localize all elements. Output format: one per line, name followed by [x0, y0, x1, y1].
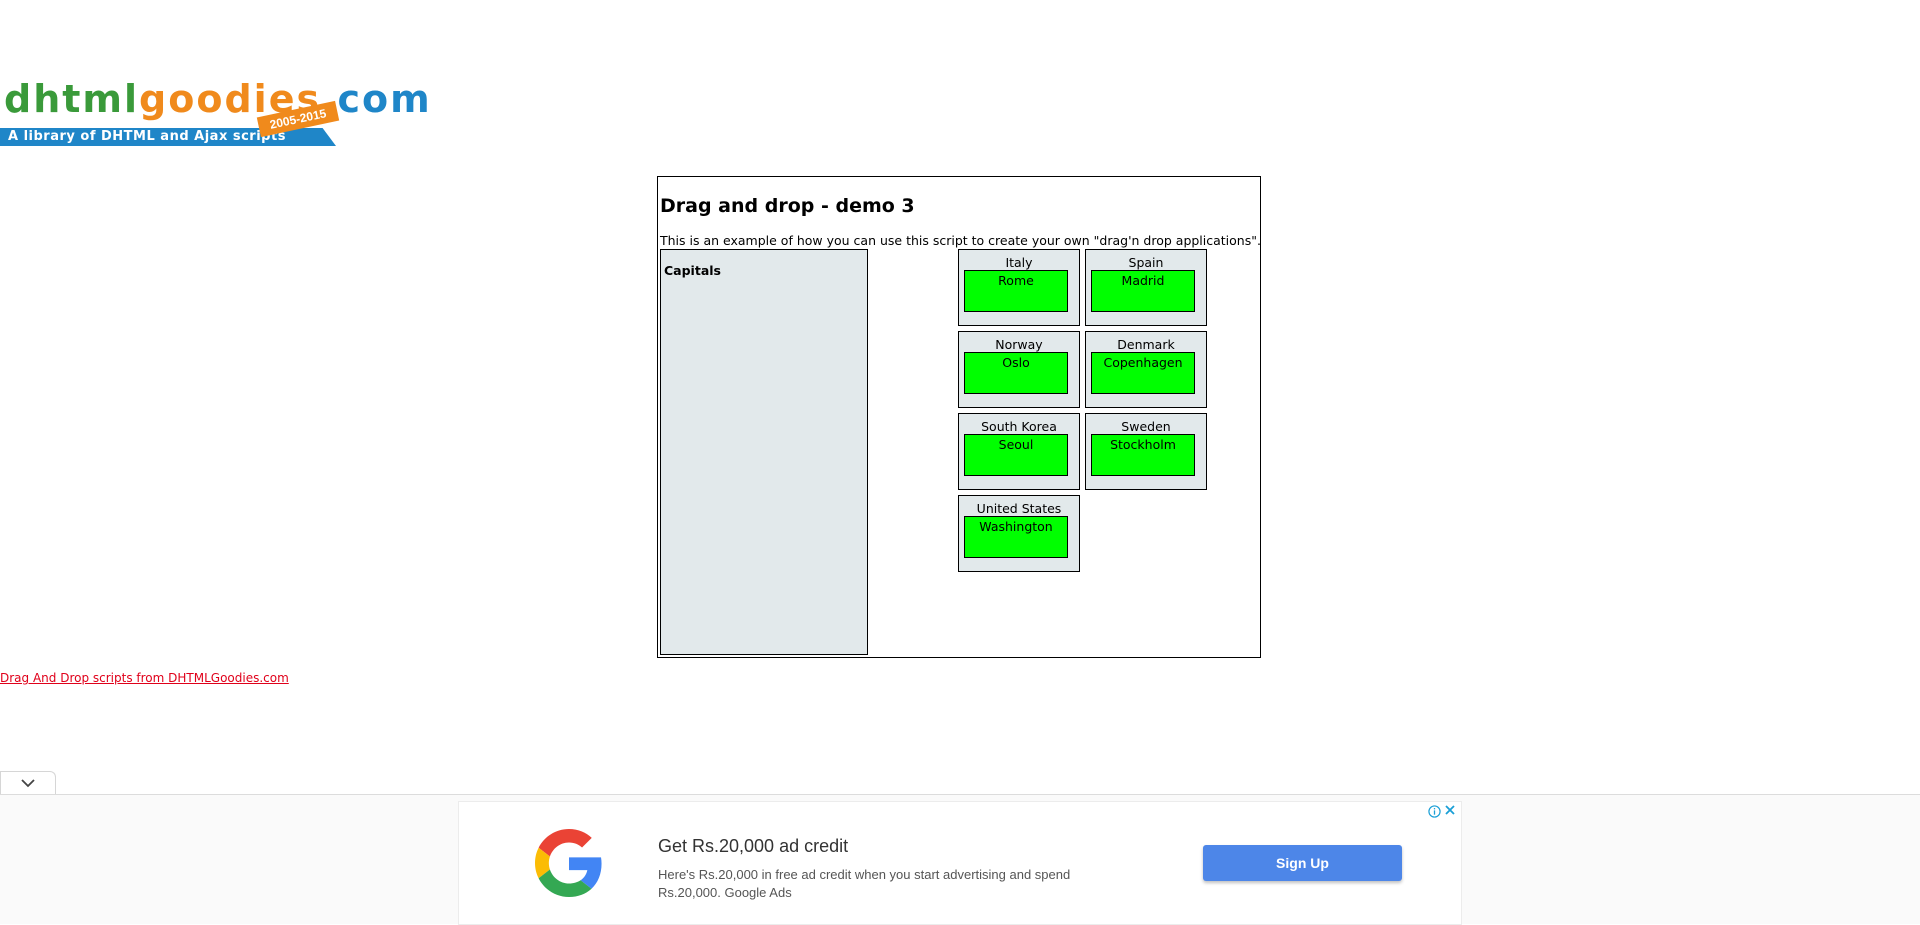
country-box-norway[interactable]: Norway Oslo	[958, 331, 1080, 408]
ad-collapse-toggle[interactable]	[0, 771, 56, 795]
country-box-sweden[interactable]: Sweden Stockholm	[1085, 413, 1207, 490]
country-name: Spain	[1128, 255, 1164, 270]
country-name: Italy	[1005, 255, 1033, 270]
demo-title: Drag and drop - demo 3	[660, 195, 915, 217]
ad-description: Here's Rs.20,000 in free ad credit when …	[658, 867, 1071, 900]
sign-up-button[interactable]: Sign Up	[1203, 845, 1402, 881]
demo-container: Drag and drop - demo 3 This is an exampl…	[657, 176, 1261, 658]
chevron-down-icon	[21, 779, 35, 788]
capital-name: Madrid	[1121, 273, 1165, 288]
demo-intro: This is an example of how you can use th…	[660, 233, 1261, 248]
countries-grid: Italy Rome Spain Madrid Norway Oslo Denm…	[958, 249, 1214, 572]
ad-info-icon[interactable]	[1428, 805, 1441, 818]
ad-headline[interactable]: Get Rs.20,000 ad credit	[658, 836, 848, 857]
country-box-south-korea[interactable]: South Korea Seoul	[958, 413, 1080, 490]
country-box-italy[interactable]: Italy Rome	[958, 249, 1080, 326]
capitals-label: Capitals	[664, 263, 721, 278]
footer-drag-drop-link[interactable]: Drag And Drop scripts from DHTMLGoodies.…	[0, 671, 289, 685]
capital-chip-madrid[interactable]: Madrid	[1091, 270, 1195, 312]
capital-name: Stockholm	[1110, 437, 1176, 452]
google-g-icon	[535, 829, 602, 897]
country-box-spain[interactable]: Spain Madrid	[1085, 249, 1207, 326]
logo-part-dhtml: dhtml	[4, 77, 140, 121]
capital-name: Seoul	[998, 437, 1034, 452]
capital-chip-washington[interactable]: Washington	[964, 516, 1068, 558]
capital-chip-copenhagen[interactable]: Copenhagen	[1091, 352, 1195, 394]
capital-chip-seoul[interactable]: Seoul	[964, 434, 1068, 476]
country-box-united-states[interactable]: United States Washington	[958, 495, 1080, 572]
logo-wordmark: dhtmlgoodies.com	[4, 76, 432, 122]
logo-tagline: A library of DHTML and Ajax scripts	[8, 129, 286, 144]
capital-chip-rome[interactable]: Rome	[964, 270, 1068, 312]
capital-name: Washington	[979, 519, 1053, 534]
country-name: South Korea	[981, 419, 1057, 434]
close-icon[interactable]	[1443, 803, 1457, 817]
ad-unit[interactable]: Get Rs.20,000 ad credit Here's Rs.20,000…	[458, 801, 1462, 925]
country-name: Sweden	[1121, 419, 1171, 434]
country-box-denmark[interactable]: Denmark Copenhagen	[1085, 331, 1207, 408]
country-name: Norway	[995, 337, 1043, 352]
capital-chip-stockholm[interactable]: Stockholm	[1091, 434, 1195, 476]
capital-name: Rome	[998, 273, 1034, 288]
ad-bar: Get Rs.20,000 ad credit Here's Rs.20,000…	[0, 794, 1920, 925]
capital-chip-oslo[interactable]: Oslo	[964, 352, 1068, 394]
capital-name: Oslo	[1002, 355, 1030, 370]
country-name: Denmark	[1117, 337, 1175, 352]
capital-name: Copenhagen	[1103, 355, 1183, 370]
country-name: United States	[976, 501, 1062, 516]
capitals-drop-zone[interactable]: Capitals	[660, 249, 868, 655]
site-logo[interactable]: dhtmlgoodies.com A library of DHTML and …	[0, 76, 430, 148]
